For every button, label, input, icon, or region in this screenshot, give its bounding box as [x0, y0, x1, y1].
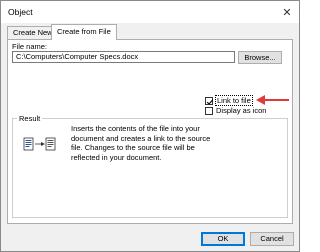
close-button[interactable]: ✕ — [279, 4, 295, 20]
link-to-file-option[interactable]: Link to file — [205, 95, 253, 106]
tab-panel: File name: C:\Computers\Computer Specs.d… — [7, 39, 293, 224]
display-as-icon-checkbox[interactable] — [205, 106, 213, 115]
link-document-icon — [23, 137, 56, 151]
cancel-button[interactable]: Cancel — [250, 232, 294, 246]
red-arrow-icon — [256, 95, 289, 105]
link-to-file-label: Link to file — [215, 95, 253, 106]
checkmark-icon — [206, 98, 214, 105]
link-to-file-checkbox[interactable] — [205, 96, 214, 105]
file-name-label: File name: — [12, 42, 48, 51]
display-as-icon-label: Display as icon — [216, 106, 267, 115]
tab-label: Create from File — [57, 27, 111, 36]
browse-button[interactable]: Browse... — [238, 51, 282, 64]
tab-create-from-file[interactable]: Create from File — [51, 24, 117, 40]
object-dialog: Object ✕ Create New Create from File Fil… — [0, 0, 300, 252]
file-name-input[interactable]: C:\Computers\Computer Specs.docx — [12, 51, 235, 63]
result-description: Inserts the contents of the file into yo… — [71, 124, 211, 162]
ok-button[interactable]: OK — [201, 232, 245, 246]
close-icon: ✕ — [282, 6, 292, 19]
display-as-icon-option[interactable]: Display as icon — [205, 106, 266, 115]
window-title: Object — [8, 7, 33, 17]
result-group: Result Inserts the contents of the file … — [12, 114, 288, 218]
result-legend: Result — [17, 114, 43, 123]
title-bar: Object ✕ — [1, 1, 299, 23]
tab-label: Create New — [13, 28, 53, 37]
